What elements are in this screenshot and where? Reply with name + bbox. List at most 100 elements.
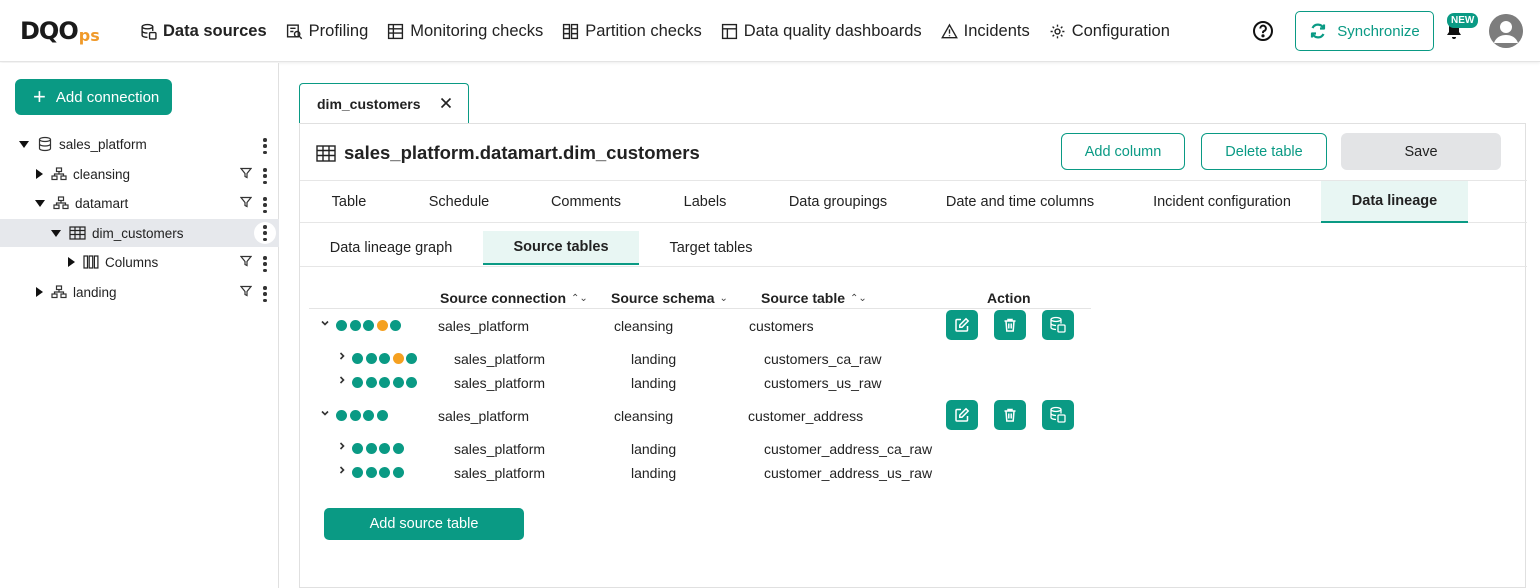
check-status-dots: [352, 467, 406, 478]
table-tabs: Table Schedule Comments Labels Data grou…: [300, 181, 1527, 223]
profiling-icon: [286, 23, 302, 39]
tree-item-columns[interactable]: Columns: [0, 248, 279, 276]
tab-data-groupings[interactable]: Data groupings: [778, 181, 898, 223]
plus-icon: +: [33, 84, 46, 109]
source-schema-cell: cleansing: [614, 318, 674, 334]
filter-icon[interactable]: [239, 255, 253, 270]
header-source-connection[interactable]: Source connection ⌃⌄: [440, 290, 588, 306]
partition-icon: [563, 23, 579, 39]
nav-partition-checks[interactable]: Partition checks: [562, 22, 702, 41]
table-row[interactable]: sales_platform landing customer_address_…: [300, 437, 1200, 461]
tab-schedule[interactable]: Schedule: [412, 181, 506, 223]
tab-data-lineage[interactable]: Data lineage: [1321, 181, 1468, 223]
source-table-cell: customers: [749, 318, 814, 334]
new-badge: NEW: [1447, 13, 1479, 28]
tree-item-label: sales_platform: [59, 136, 147, 152]
nav-label: Monitoring checks: [410, 21, 544, 40]
more-options-icon[interactable]: [255, 162, 275, 186]
add-connection-button[interactable]: + Add connection: [15, 79, 172, 115]
expand-triangle-icon[interactable]: [68, 257, 75, 267]
expand-triangle-icon[interactable]: [35, 199, 45, 207]
edit-button[interactable]: [946, 400, 978, 430]
more-options-icon[interactable]: [254, 222, 276, 244]
tab-labels[interactable]: Labels: [668, 181, 742, 223]
logo-sub-text: ps: [78, 25, 100, 45]
nav-data-quality-dashboards[interactable]: Data quality dashboards: [721, 22, 922, 41]
header-label: Source table: [761, 290, 846, 306]
add-column-button[interactable]: Add column: [1061, 133, 1185, 170]
database-copy-icon: [1050, 406, 1066, 423]
nav-data-sources[interactable]: Data sources: [140, 22, 267, 41]
chevron-right-icon[interactable]: [337, 350, 347, 364]
nav-incidents[interactable]: Incidents: [940, 21, 1030, 41]
open-tab-dim-customers[interactable]: dim_customers: [299, 83, 469, 124]
subtab-data-lineage-graph[interactable]: Data lineage graph: [312, 231, 470, 265]
header-source-table[interactable]: Source table ⌃⌄: [761, 290, 867, 306]
tree-item-label: landing: [73, 284, 117, 300]
chevron-right-icon[interactable]: [337, 464, 347, 478]
delete-button[interactable]: [994, 310, 1026, 340]
main-panel: sales_platform.datamart.dim_customers Ad…: [299, 123, 1527, 588]
subtab-source-tables[interactable]: Source tables: [483, 231, 639, 265]
header-source-schema[interactable]: Source schema ⌄: [611, 290, 728, 306]
dqops-logo[interactable]: DQO ps: [20, 16, 100, 46]
subtab-target-tables[interactable]: Target tables: [652, 231, 770, 265]
nav-monitoring-checks[interactable]: Monitoring checks: [387, 22, 543, 41]
trash-icon: [1004, 408, 1016, 422]
filter-icon[interactable]: [239, 285, 253, 300]
column-mapping-button[interactable]: [1042, 400, 1074, 430]
table-row[interactable]: sales_platform landing customers_us_raw: [300, 371, 1200, 395]
sort-icon: ⌄: [719, 292, 728, 304]
expand-triangle-icon[interactable]: [19, 140, 29, 148]
chevron-right-icon[interactable]: [337, 374, 347, 388]
check-status-dots: [336, 320, 404, 331]
check-status-dots: [352, 443, 406, 454]
tree-item-schema[interactable]: landing: [0, 278, 279, 306]
edit-icon: [955, 407, 970, 422]
save-button[interactable]: Save: [1341, 133, 1501, 170]
column-mapping-button[interactable]: [1042, 310, 1074, 340]
more-options-icon[interactable]: [255, 280, 275, 304]
filter-icon[interactable]: [239, 167, 253, 182]
source-connection-cell: sales_platform: [438, 318, 530, 334]
header-label: Source connection: [440, 290, 567, 306]
tree-item-schema[interactable]: cleansing: [0, 160, 279, 188]
delete-table-button[interactable]: Delete table: [1201, 133, 1327, 170]
more-options-icon[interactable]: [255, 191, 275, 215]
more-options-icon[interactable]: [255, 132, 275, 156]
expand-triangle-icon[interactable]: [51, 229, 61, 237]
filter-icon[interactable]: [239, 196, 253, 211]
tab-incident-configuration[interactable]: Incident configuration: [1142, 181, 1302, 223]
tab-table[interactable]: Table: [312, 181, 386, 223]
source-table-cell: customers_us_raw: [764, 375, 882, 391]
chevron-down-icon[interactable]: [320, 407, 330, 421]
tree-item-schema[interactable]: datamart: [0, 189, 279, 217]
expand-triangle-icon[interactable]: [36, 169, 43, 179]
tree-item-connection[interactable]: sales_platform: [0, 130, 279, 158]
delete-button[interactable]: [994, 400, 1026, 430]
nav-label: Data quality dashboards: [743, 21, 922, 40]
expand-triangle-icon[interactable]: [36, 287, 43, 297]
nav-configuration[interactable]: Configuration: [1049, 22, 1170, 41]
close-icon[interactable]: [440, 96, 452, 112]
dashboard-icon: [721, 23, 737, 39]
source-schema-cell: landing: [631, 351, 677, 367]
edit-button[interactable]: [946, 310, 978, 340]
chevron-down-icon[interactable]: [320, 317, 330, 331]
help-icon[interactable]: [1252, 20, 1274, 47]
add-source-table-button[interactable]: Add source table: [324, 508, 524, 540]
tab-date-and-time-columns[interactable]: Date and time columns: [934, 181, 1106, 223]
nav-label: Incidents: [963, 21, 1030, 40]
tab-comments[interactable]: Comments: [538, 181, 634, 223]
refresh-icon: [1311, 23, 1326, 39]
tree-item-table[interactable]: dim_customers: [0, 219, 279, 247]
table-row[interactable]: sales_platform landing customer_address_…: [300, 461, 1200, 485]
chevron-right-icon[interactable]: [337, 440, 347, 454]
nav-profiling[interactable]: Profiling: [286, 22, 368, 41]
more-options-icon[interactable]: [255, 250, 275, 274]
synchronize-button[interactable]: Synchronize: [1295, 11, 1434, 51]
table-row[interactable]: sales_platform landing customers_ca_raw: [300, 347, 1200, 371]
columns-icon: [83, 255, 99, 269]
user-avatar[interactable]: [1489, 14, 1523, 48]
database-icon: [141, 23, 157, 40]
